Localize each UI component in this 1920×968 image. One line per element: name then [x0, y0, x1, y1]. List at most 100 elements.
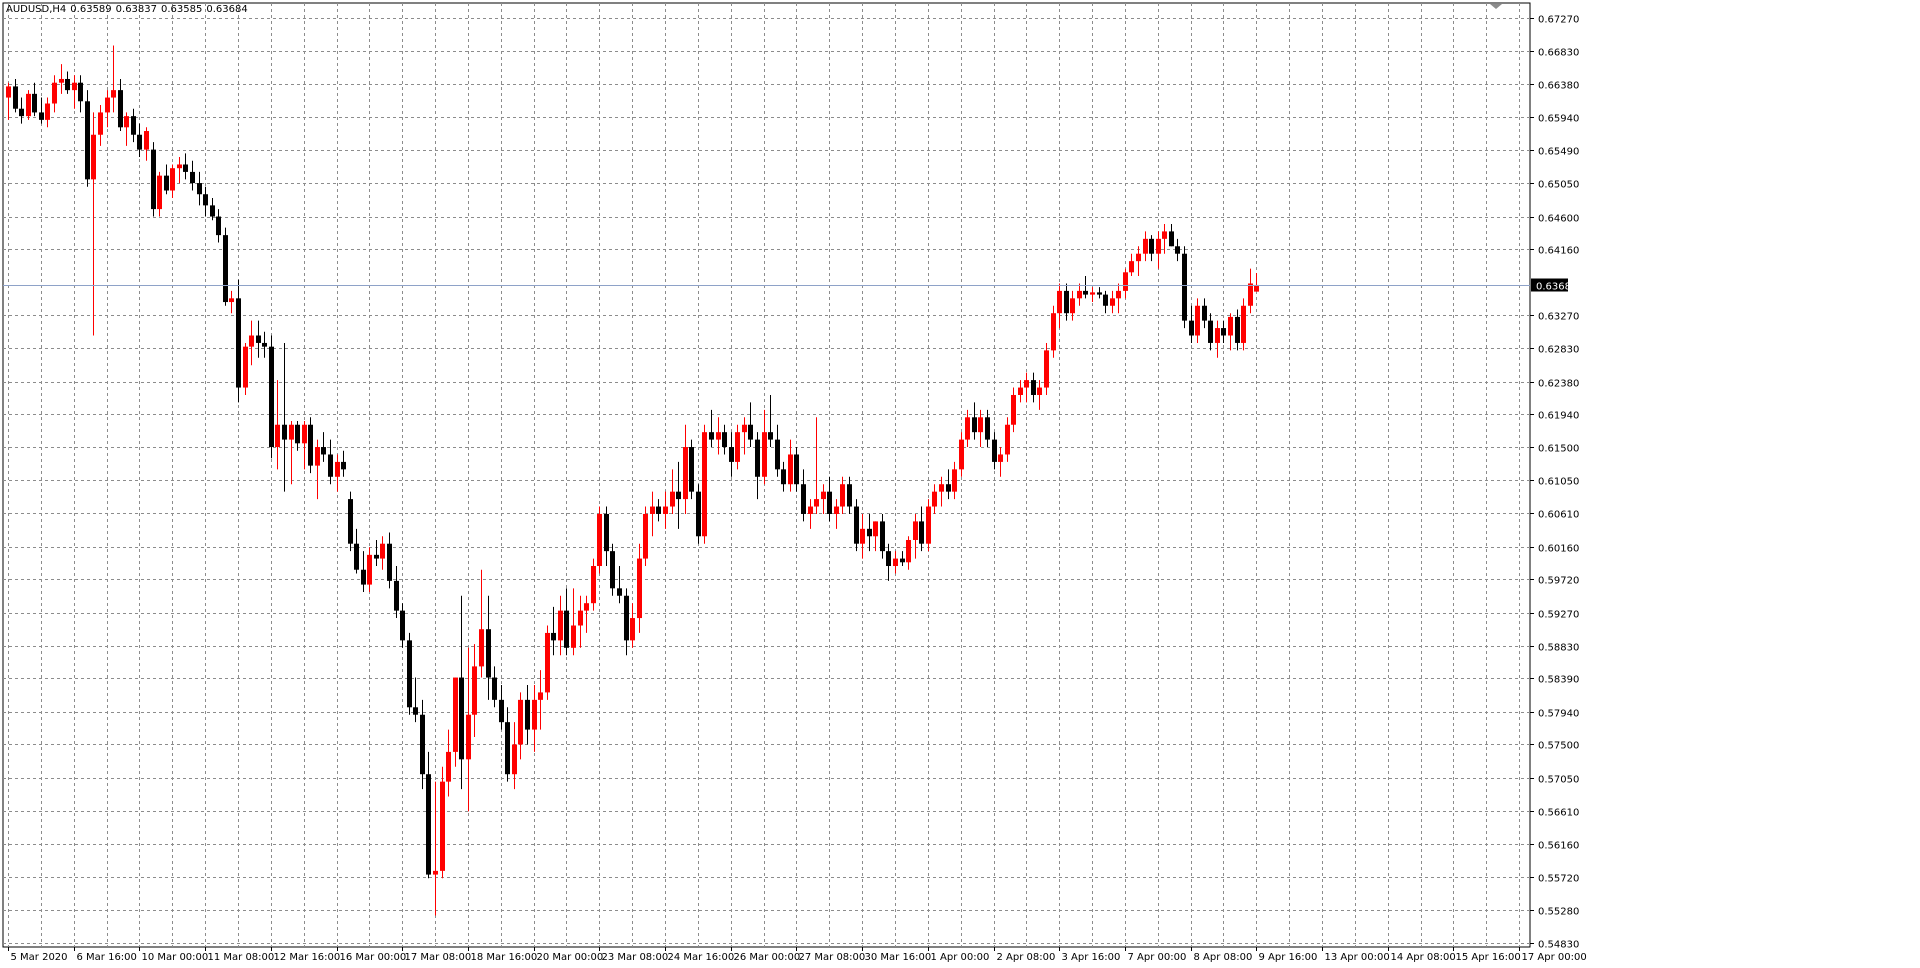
bear-candle-body — [78, 82, 83, 102]
price-tick-label: 0.57050 — [1538, 775, 1579, 786]
bear-candle-body — [197, 183, 202, 195]
bid-price-label: 0.63684 — [1536, 282, 1577, 293]
bear-candle-body — [210, 205, 215, 217]
bear-candle-body — [992, 439, 997, 462]
bear-candle-body — [617, 588, 622, 596]
bull-candle-body — [111, 90, 116, 98]
bull-candle-body — [860, 528, 865, 544]
bull-candle-body — [965, 417, 970, 440]
bull-candle-body — [144, 131, 149, 150]
bull-candle-body — [229, 298, 234, 303]
chart-canvas[interactable]: 0.63684 0.67270 0.66830 0.66380 0.65940 0.65… — [0, 0, 1920, 968]
high-value: 0.63837 — [115, 4, 158, 15]
bear-candle-body — [794, 454, 799, 485]
bull-candle-body — [1005, 424, 1010, 455]
low-value: 0.63585 — [161, 4, 203, 15]
time-axis[interactable]: 5 Mar 2020 6 Mar 16:00 10 Mar 00:00 11 Mar … — [8, 947, 1587, 963]
price-tick-label: 0.58390 — [1538, 675, 1579, 686]
bull-candle-body — [637, 558, 642, 619]
bull-candle-body — [249, 335, 254, 347]
bear-candle-body — [676, 491, 681, 500]
triangle-down-icon[interactable] — [1490, 4, 1502, 9]
time-tick-label: 11 Mar 08:00 — [208, 952, 275, 963]
time-tick-label: 8 Apr 08:00 — [1194, 952, 1253, 963]
bull-candle-body — [939, 484, 944, 492]
price-tick-label: 0.60160 — [1538, 544, 1579, 555]
bear-candle-body — [1169, 231, 1174, 247]
bear-candle-body — [374, 554, 379, 559]
bull-candle-body — [821, 491, 826, 500]
bear-candle-body — [190, 171, 195, 184]
bull-candle-body — [1123, 272, 1128, 291]
price-tick-label: 0.61050 — [1538, 477, 1579, 488]
bull-candle-body — [59, 78, 64, 83]
price-tick-label: 0.54830 — [1538, 940, 1579, 951]
bear-candle-body — [459, 677, 464, 760]
bull-candle-body — [6, 86, 11, 98]
bear-candle-body — [827, 491, 832, 514]
price-tick-label: 0.57500 — [1538, 741, 1579, 752]
bear-candle-body — [118, 90, 123, 128]
bear-candle-body — [1103, 294, 1108, 306]
bear-candle-body — [131, 116, 136, 135]
bull-candle-body — [479, 629, 484, 667]
bear-candle-body — [282, 424, 287, 440]
bull-candle-body — [1044, 350, 1049, 388]
bull-candle-body — [1018, 387, 1023, 395]
time-tick-label: 10 Mar 00:00 — [142, 952, 209, 963]
time-tick-label: 12 Mar 16:00 — [274, 952, 341, 963]
price-axis[interactable]: 0.67270 0.66830 0.66380 0.65940 0.65490 0.650… — [1530, 15, 1579, 951]
bull-candle-body — [926, 506, 931, 544]
bear-candle-body — [854, 506, 859, 544]
bull-candle-body — [538, 692, 543, 700]
bull-candle-body — [446, 751, 451, 782]
time-tick-label: 17 Apr 00:00 — [1522, 952, 1587, 963]
time-tick-label: 2 Apr 08:00 — [997, 952, 1056, 963]
bull-candle-body — [1228, 316, 1233, 336]
bear-candle-body — [604, 513, 609, 552]
bull-candle-body — [98, 112, 103, 135]
bull-candle-body — [1024, 380, 1029, 388]
bull-candle-body — [788, 454, 793, 485]
bull-candle-body — [124, 116, 129, 128]
bear-candle-body — [85, 101, 90, 180]
bear-candle-body — [65, 78, 70, 91]
bull-candle-body — [650, 506, 655, 514]
bull-candle-body — [571, 625, 576, 648]
bear-candle-body — [801, 484, 806, 514]
bear-candle-body — [729, 447, 734, 462]
bear-candle-body — [308, 424, 313, 466]
bear-candle-body — [768, 432, 773, 440]
bear-candle-body — [32, 93, 37, 113]
bear-candle-body — [985, 417, 990, 440]
bear-candle-body — [348, 499, 353, 544]
price-tick-label: 0.65490 — [1538, 147, 1579, 158]
bull-candle-body — [597, 513, 602, 567]
bear-candle-body — [755, 439, 760, 477]
price-tick-label: 0.66830 — [1538, 48, 1579, 59]
bull-candle-body — [1077, 290, 1082, 299]
chart-window[interactable]: 0.63684 0.67270 0.66830 0.66380 0.65940 0.65… — [0, 0, 1920, 968]
bull-candle-body — [315, 447, 320, 466]
bull-candle-body — [1162, 231, 1167, 239]
open-value: 0.63589 — [70, 4, 112, 15]
time-tick-label: 6 Mar 16:00 — [77, 952, 137, 963]
bear-candle-body — [696, 491, 701, 537]
bear-candle-body — [551, 632, 556, 641]
bear-candle-body — [151, 149, 156, 210]
bear-candle-body — [321, 447, 326, 455]
bull-candle-body — [1241, 305, 1246, 343]
bear-candle-body — [394, 580, 399, 611]
bull-candle-body — [814, 499, 819, 507]
bull-candle-body — [1051, 313, 1056, 351]
bear-candle-body — [499, 699, 504, 723]
bull-candle-body — [1136, 253, 1141, 262]
symbol-info-bar: AUDUSD,H4 0.63589 0.63837 0.63585 0.63684 — [6, 4, 252, 15]
bear-candle-body — [1149, 238, 1154, 254]
bull-candle-body — [978, 417, 983, 433]
price-tick-label: 0.62830 — [1538, 345, 1579, 356]
bear-candle-body — [781, 469, 786, 485]
bull-candle-body — [1070, 298, 1075, 314]
bull-candle-body — [243, 346, 248, 388]
bull-candle-body — [932, 491, 937, 507]
